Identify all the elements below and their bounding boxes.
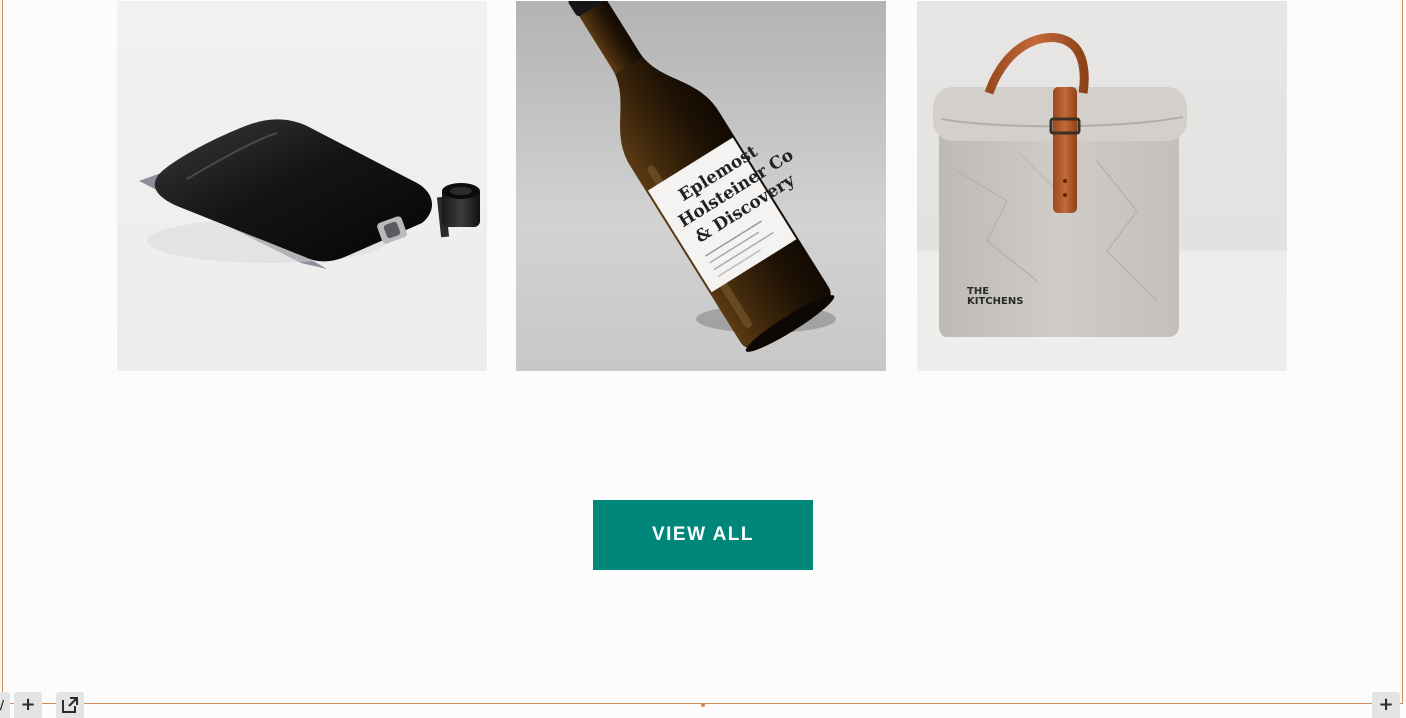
product-card-wine-bottle[interactable]: Eplemost Holsteiner Co & Discovery	[516, 1, 886, 371]
product-card-flask[interactable]	[117, 1, 487, 371]
add-section-button-left[interactable]: +	[14, 692, 42, 718]
frame-anchor-dot	[701, 703, 705, 707]
add-section-button-right[interactable]: +	[1372, 692, 1400, 718]
edit-slash-button[interactable]: /	[0, 692, 10, 718]
flask-pouch-image	[117, 1, 487, 371]
product-card-lunch-bag[interactable]: THE KITCHENS	[917, 1, 1287, 371]
popout-icon	[62, 697, 78, 713]
popout-button[interactable]	[56, 692, 84, 718]
lunch-bag-image: THE KITCHENS	[917, 1, 1287, 371]
bag-label-line-2: KITCHENS	[967, 296, 1023, 307]
view-all-button[interactable]: VIEW ALL	[593, 500, 813, 570]
wine-bottle-image: Eplemost Holsteiner Co & Discovery	[516, 1, 886, 371]
product-grid: Eplemost Holsteiner Co & Discovery THE K…	[117, 1, 1287, 371]
